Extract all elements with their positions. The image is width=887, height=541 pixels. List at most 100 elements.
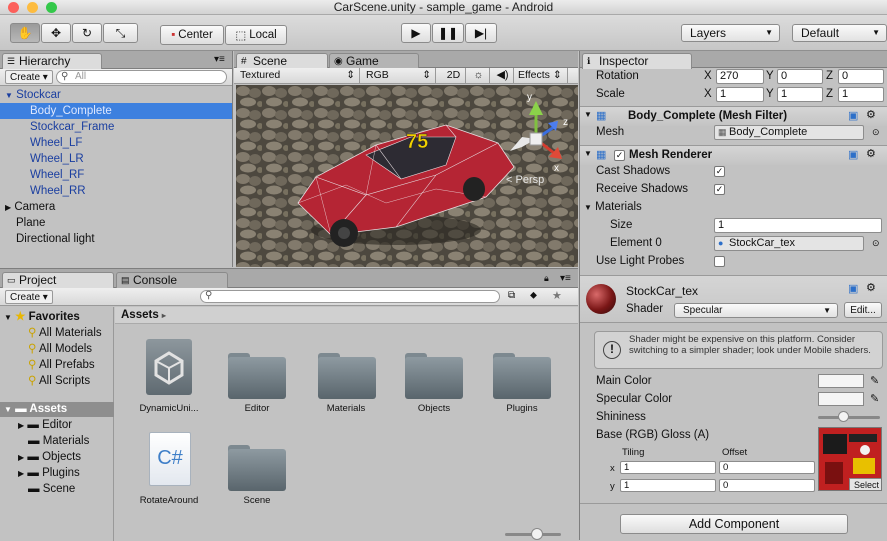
rotation-z-field[interactable]: 0	[838, 69, 884, 84]
tiling-y-field[interactable]: 1	[620, 479, 716, 492]
base-texture-thumbnail[interactable]: Select	[818, 427, 882, 491]
gear-icon[interactable]: ⚙	[866, 281, 876, 294]
csharp-script-icon[interactable]: C#	[149, 432, 191, 486]
pause-button[interactable]: ❚❚	[432, 23, 464, 43]
scene-viewport[interactable]: 75 y z x < Persp	[236, 85, 578, 267]
pivot-center-button[interactable]: ▪ Center	[160, 25, 224, 45]
favorite-star-icon[interactable]: ★	[552, 289, 562, 302]
layers-dropdown[interactable]: Layers ▼	[681, 24, 780, 42]
mesh-renderer-enabled-checkbox[interactable]: ✓	[614, 150, 625, 161]
asset-folder-scene[interactable]	[228, 441, 286, 491]
tab-hierarchy[interactable]: ☰ Hierarchy	[2, 53, 102, 69]
offset-x-field[interactable]: 0	[719, 461, 815, 474]
hierarchy-item-wheel-lf[interactable]: Wheel_LF	[0, 135, 232, 151]
rotation-y-field[interactable]: 0	[777, 69, 823, 84]
offset-y-field[interactable]: 0	[719, 479, 815, 492]
scale-x-field[interactable]: 1	[716, 87, 764, 102]
object-picker-icon[interactable]: ⊙	[872, 234, 880, 252]
tree-folder-materials[interactable]: ▬ Materials	[28, 435, 89, 447]
tab-console[interactable]: ▤ Console	[116, 272, 228, 288]
scale-z-field[interactable]: 1	[838, 87, 884, 102]
shininess-thumb[interactable]	[838, 411, 849, 422]
favorite-all-scripts[interactable]: ⚲ All Scripts	[28, 373, 90, 387]
assets-root[interactable]: ▼ ▬ Assets	[0, 402, 114, 417]
asset-folder-materials[interactable]	[318, 349, 376, 399]
panel-menu-icon[interactable]: ▾≡	[560, 273, 571, 284]
eyedropper-icon[interactable]: ✎	[870, 390, 879, 408]
hierarchy-item-body-complete[interactable]: Body_Complete	[0, 103, 232, 119]
project-search-input[interactable]: ⚲	[200, 290, 500, 303]
shader-edit-button[interactable]: Edit...	[844, 302, 882, 318]
favorites-header[interactable]: ▼ ★ Favorites	[4, 309, 80, 323]
gear-icon[interactable]: ⚙	[866, 108, 876, 121]
filter-label-icon[interactable]: ⬥	[530, 290, 537, 301]
render-mode-dropdown[interactable]: Textured ⇕	[240, 68, 360, 83]
color-mode-dropdown[interactable]: RGB ⇕	[366, 68, 436, 83]
hierarchy-search-input[interactable]: ⚲ All	[56, 70, 227, 84]
receive-shadows-checkbox[interactable]: ✓	[714, 184, 725, 195]
asset-folder-objects[interactable]	[405, 349, 463, 399]
asset-folder-plugins[interactable]	[493, 349, 551, 399]
hierarchy-item-plane[interactable]: Plane	[0, 215, 232, 231]
eyedropper-icon[interactable]: ✎	[870, 372, 879, 390]
hierarchy-item-wheel-lr[interactable]: Wheel_LR	[0, 151, 232, 167]
help-icon[interactable]: ▣	[848, 282, 858, 295]
slider-thumb[interactable]	[531, 528, 543, 540]
help-icon[interactable]: ▣	[848, 109, 858, 122]
breadcrumb-assets[interactable]: Assets	[121, 309, 159, 321]
asset-folder-editor[interactable]	[228, 349, 286, 399]
layout-dropdown[interactable]: Default ▼	[792, 24, 887, 42]
space-local-button[interactable]: ⬚ Local	[225, 25, 287, 45]
element0-field[interactable]: ● StockCar_tex	[714, 236, 864, 251]
hierarchy-item-stockcar-frame[interactable]: Stockcar_Frame	[0, 119, 232, 135]
move-tool-button[interactable]: ✥	[41, 23, 71, 43]
specular-color-swatch[interactable]	[818, 392, 864, 406]
hierarchy-item-directional-light[interactable]: Directional light	[0, 231, 232, 247]
toggle-2d-button[interactable]: 2D	[442, 68, 466, 83]
mesh-field[interactable]: ▦ Body_Complete	[714, 125, 864, 140]
lighting-toggle-button[interactable]: ☼	[468, 68, 490, 83]
main-color-swatch[interactable]	[818, 374, 864, 388]
favorite-all-prefabs[interactable]: ⚲ All Prefabs	[28, 357, 95, 371]
panel-menu-icon[interactable]: ▾≡	[214, 54, 225, 65]
rotate-tool-button[interactable]: ↻	[72, 23, 102, 43]
audio-toggle-button[interactable]: ◀)	[492, 68, 514, 83]
add-component-button[interactable]: Add Component	[620, 514, 848, 534]
hierarchy-create-button[interactable]: Create ▾	[5, 70, 53, 84]
step-button[interactable]: ▶|	[465, 23, 497, 43]
unity-scene-asset-icon[interactable]	[146, 339, 192, 395]
texture-select-button[interactable]: Select	[849, 478, 881, 490]
hierarchy-item-wheel-rr[interactable]: Wheel_RR	[0, 183, 232, 199]
project-create-button[interactable]: Create ▾	[5, 290, 53, 304]
object-picker-icon[interactable]: ⊙	[872, 123, 880, 141]
tab-project[interactable]: ▭ Project	[2, 272, 114, 288]
scale-y-field[interactable]: 1	[777, 87, 823, 102]
hand-tool-button[interactable]: ✋	[10, 23, 40, 43]
rotation-x-field[interactable]: 270	[716, 69, 764, 84]
materials-row[interactable]: ▼ Materials	[580, 198, 887, 216]
tiling-x-field[interactable]: 1	[620, 461, 716, 474]
help-icon[interactable]: ▣	[848, 148, 858, 161]
tree-folder-editor[interactable]: ▶ ▬ Editor	[18, 419, 72, 431]
light-probes-checkbox[interactable]	[714, 256, 725, 267]
shader-dropdown[interactable]: Specular ▼	[674, 303, 838, 318]
hierarchy-item-stockcar[interactable]: ▼ Stockcar	[0, 87, 232, 103]
lock-icon[interactable]: 🔒︎	[544, 273, 549, 284]
play-button[interactable]: ▶	[401, 23, 431, 43]
hierarchy-item-camera[interactable]: ▶ Camera	[0, 199, 232, 215]
tab-game[interactable]: ◉ Game	[329, 53, 419, 69]
tree-folder-objects[interactable]: ▶ ▬ Objects	[18, 451, 81, 463]
cast-shadows-checkbox[interactable]: ✓	[714, 166, 725, 177]
tab-scene[interactable]: # Scene	[236, 53, 328, 69]
gear-icon[interactable]: ⚙	[866, 147, 876, 160]
hierarchy-item-wheel-rf[interactable]: Wheel_RF	[0, 167, 232, 183]
tree-folder-plugins[interactable]: ▶ ▬ Plugins	[18, 467, 80, 479]
tree-folder-scene[interactable]: ▬ Scene	[28, 483, 75, 495]
scale-tool-button[interactable]: ⤡	[103, 23, 138, 43]
favorite-all-materials[interactable]: ⚲ All Materials	[28, 325, 102, 339]
shininess-slider[interactable]	[818, 416, 880, 419]
filter-type-icon[interactable]: ⧉	[508, 290, 515, 301]
favorite-all-models[interactable]: ⚲ All Models	[28, 341, 92, 355]
materials-size-field[interactable]: 1	[714, 218, 882, 233]
effects-dropdown[interactable]: Effects ⇕	[518, 68, 568, 83]
